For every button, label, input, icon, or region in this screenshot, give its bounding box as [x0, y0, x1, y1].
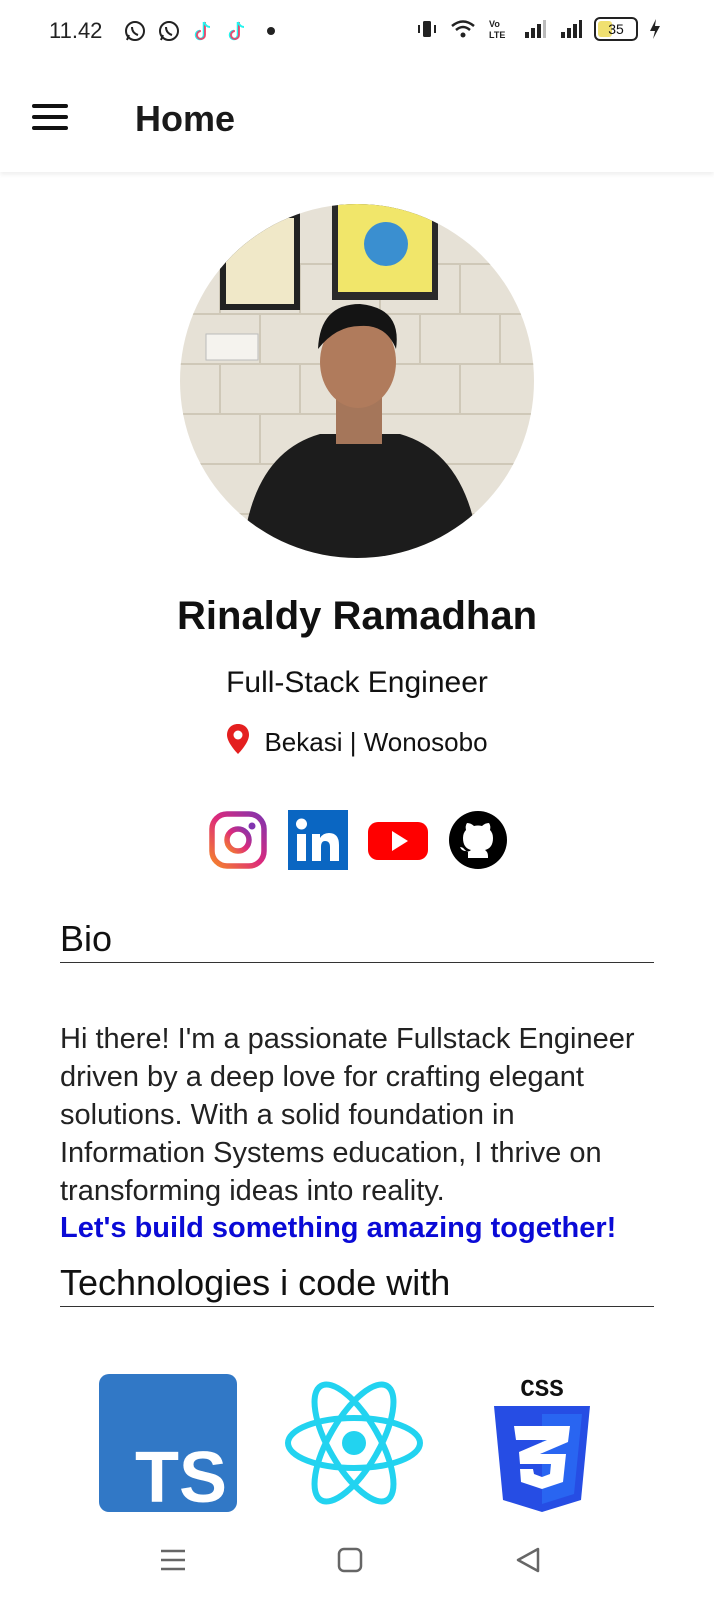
page-title: Home — [135, 98, 236, 139]
menu-icon[interactable] — [32, 104, 72, 134]
tiktok-icon — [224, 18, 250, 44]
location-pin-icon — [226, 723, 250, 762]
svg-text:Vo: Vo — [489, 19, 500, 29]
app-bar: Home — [0, 64, 714, 172]
profile-role: Full-Stack Engineer — [226, 666, 488, 699]
youtube-icon[interactable] — [368, 810, 428, 870]
system-icons: Vo LTE 35 — [414, 16, 662, 42]
status-bar: 11.42 Vo LTE 35 — [0, 0, 714, 64]
battery-level: 35 — [608, 21, 624, 37]
wifi-icon — [450, 16, 476, 42]
social-links — [208, 810, 508, 870]
github-icon[interactable] — [448, 810, 508, 870]
charging-icon — [648, 16, 662, 42]
location-text: Bekasi | Wonosobo — [264, 727, 488, 757]
whatsapp-icon — [122, 18, 148, 44]
react-logo — [284, 1378, 424, 1513]
volte-icon: Vo LTE — [486, 16, 512, 42]
notification-dot-icon — [258, 18, 284, 44]
profile-location: Bekasi | Wonosobo — [0, 723, 714, 762]
bio-cta-link[interactable]: Let's build something amazing together! — [60, 1212, 616, 1245]
profile-name: Rinaldy Ramadhan — [176, 594, 538, 638]
home-button-icon[interactable] — [330, 1540, 370, 1580]
bio-text: Hi there! I'm a passionate Fullstack Eng… — [60, 1023, 635, 1207]
bio-heading: Bio — [60, 918, 654, 963]
css3-logo: CSS — [492, 1372, 592, 1519]
linkedin-icon[interactable] — [288, 810, 348, 870]
signal-icon — [558, 16, 584, 42]
status-time: 11.42 — [49, 18, 103, 43]
profile-avatar — [180, 204, 534, 558]
tiktok-icon — [190, 18, 216, 44]
vibrate-icon — [414, 16, 440, 42]
typescript-logo: TS — [99, 1374, 237, 1518]
instagram-icon[interactable] — [208, 810, 268, 870]
css3-logo-label: CSS — [520, 1377, 563, 1404]
typescript-logo-label: TS — [135, 1438, 227, 1512]
battery-icon: 35 — [594, 17, 638, 41]
system-nav-bar — [0, 1518, 714, 1599]
svg-text:LTE: LTE — [489, 30, 505, 40]
whatsapp-icon — [156, 18, 182, 44]
notification-icons — [122, 18, 284, 44]
back-button-icon[interactable] — [508, 1540, 548, 1580]
signal-icon — [522, 16, 548, 42]
technologies-heading: Technologies i code with — [60, 1262, 654, 1307]
recent-apps-icon[interactable] — [153, 1540, 193, 1580]
